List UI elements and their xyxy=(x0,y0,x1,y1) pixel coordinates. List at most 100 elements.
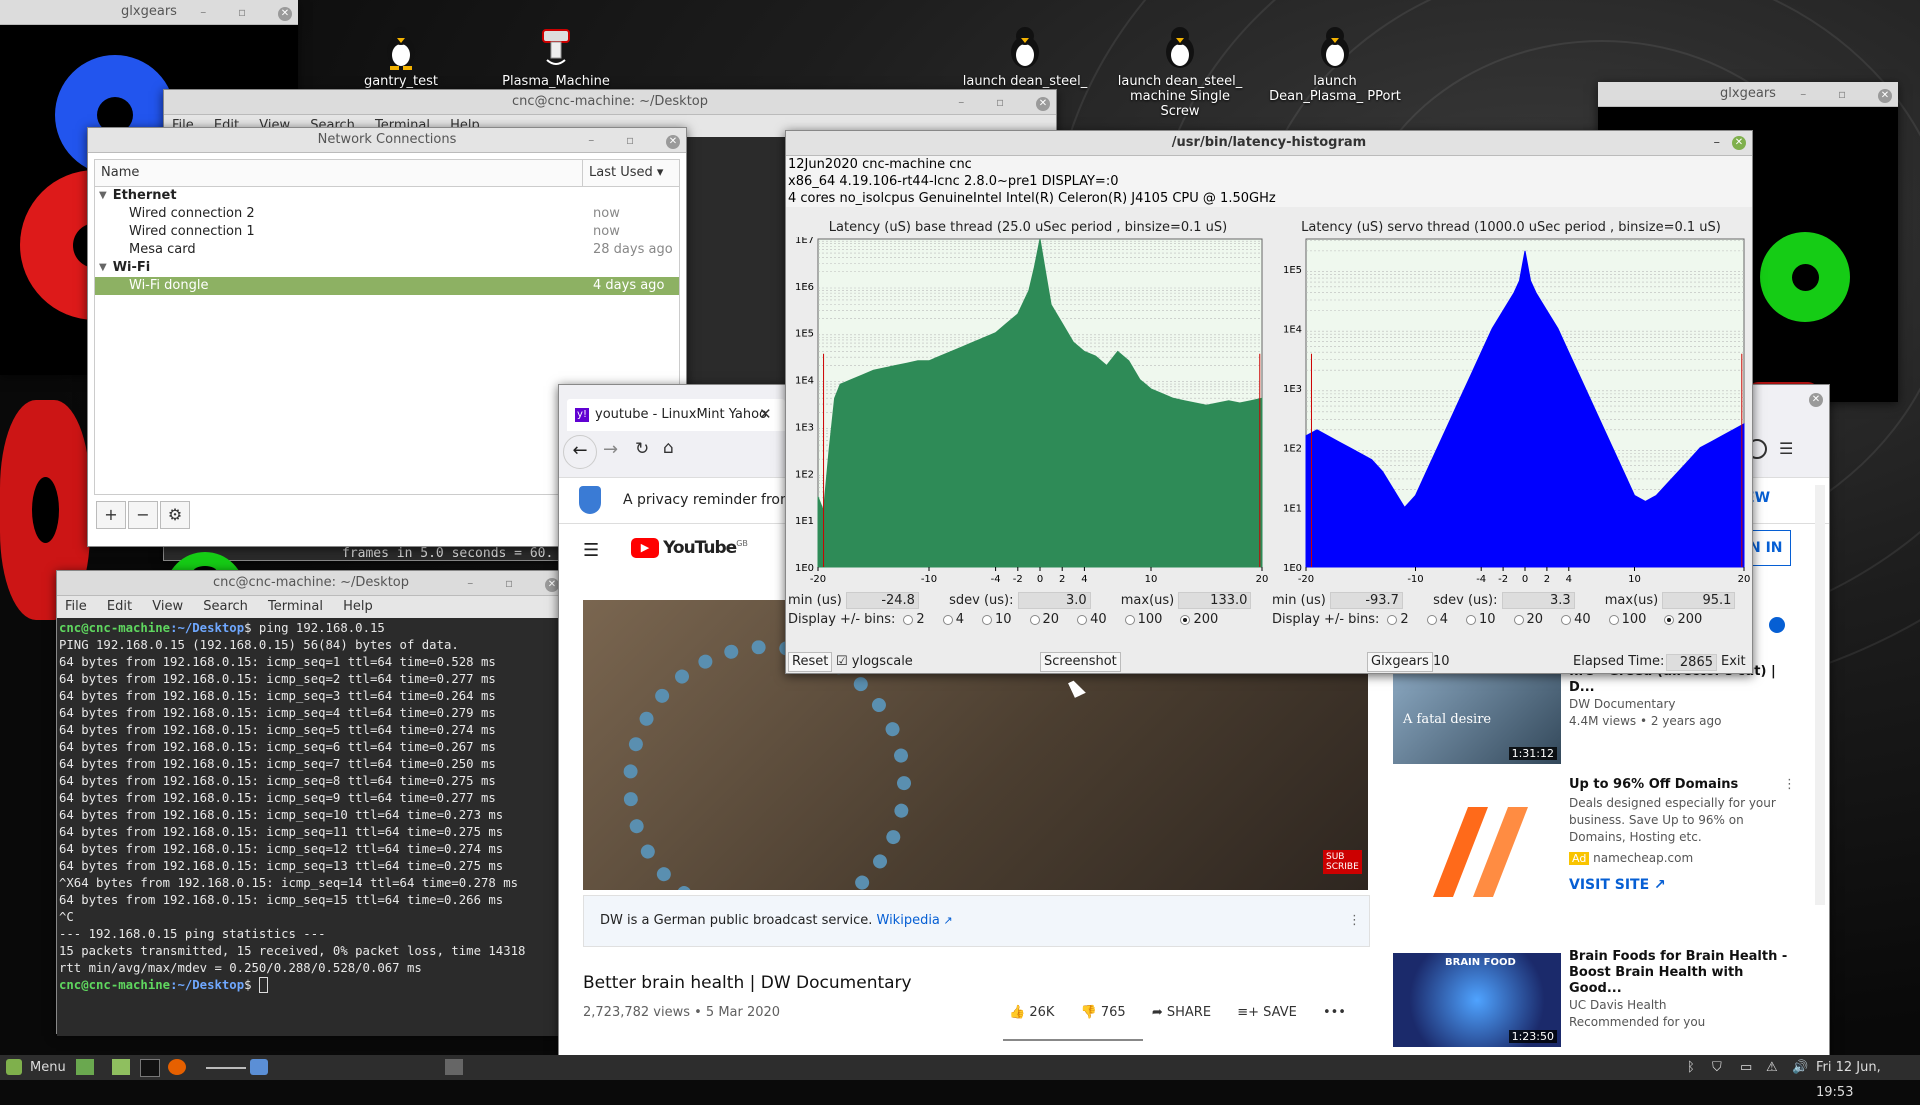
window-list-item[interactable] xyxy=(206,1067,246,1069)
close-icon[interactable]: ✕ xyxy=(666,135,680,149)
browser-tab[interactable]: y! youtube - LinuxMint Yahoo xyxy=(567,399,785,431)
bins-radio-20[interactable] xyxy=(1029,614,1040,625)
glxgears-button[interactable]: Glxgears xyxy=(1367,652,1433,672)
group-ethernet[interactable]: ▼ Ethernet xyxy=(95,187,679,205)
bins-radio-2[interactable] xyxy=(1387,614,1398,625)
wikipedia-link[interactable]: Wikipedia xyxy=(877,913,940,928)
more-horiz-icon[interactable]: ••• xyxy=(1323,1005,1346,1020)
share-button[interactable]: ➦ SHARE xyxy=(1152,1005,1211,1020)
close-icon[interactable]: ✕ xyxy=(545,578,559,592)
dislike-button[interactable]: 👎 765 xyxy=(1081,1005,1126,1020)
bins-radio-label: 2 xyxy=(1400,612,1409,627)
bins-radio-2[interactable] xyxy=(903,614,914,625)
menu-search[interactable]: Search xyxy=(203,599,248,614)
terminal-output[interactable]: cnc@cnc-machine:~/Desktop$ ping 192.168.… xyxy=(57,618,565,1036)
menu-file[interactable]: File xyxy=(65,599,87,614)
bluetooth-icon[interactable]: ᛒ xyxy=(1687,1055,1695,1080)
close-icon[interactable]: ✕ xyxy=(1878,89,1892,103)
show-desktop-icon[interactable] xyxy=(76,1059,94,1075)
back-terminal-titlebar[interactable]: cnc@cnc-machine: ~/Desktop – ▫ ✕ xyxy=(164,90,1056,115)
bins-radio-4[interactable] xyxy=(942,614,953,625)
volume-icon[interactable]: 🔊 xyxy=(1792,1055,1808,1080)
reload-icon[interactable]: ↻ xyxy=(635,439,649,459)
menu-terminal[interactable]: Terminal xyxy=(268,599,323,614)
screenshot-button[interactable]: Screenshot xyxy=(1040,652,1121,672)
clock[interactable]: Fri 12 Jun, 19:53 xyxy=(1816,1055,1920,1105)
desktop-icon-launch-dean-plasma-pport[interactable]: launch Dean_Plasma_ PPort xyxy=(1265,24,1405,104)
home-icon[interactable]: ⌂ xyxy=(663,438,674,458)
exit-button[interactable]: Exit xyxy=(1721,651,1746,673)
bins-radio-10[interactable] xyxy=(1465,614,1476,625)
back-arrow-icon[interactable]: ← xyxy=(563,435,597,469)
forward-arrow-icon[interactable]: → xyxy=(603,439,618,460)
hamburger-menu-icon[interactable]: ☰ xyxy=(1779,439,1793,458)
close-icon[interactable]: ✕ xyxy=(278,7,292,21)
list-item[interactable]: Mesa card 28 days ago xyxy=(95,241,679,259)
screenshot-app-icon[interactable] xyxy=(250,1059,268,1075)
ad-title: Up to 96% Off Domains xyxy=(1569,777,1739,792)
glxgears-left-titlebar[interactable]: glxgears – ▫ ✕ xyxy=(0,0,298,25)
bins-radio-100[interactable] xyxy=(1124,614,1135,625)
list-item[interactable]: Wired connection 2 now xyxy=(95,205,679,223)
glxgears-right-titlebar[interactable]: glxgears – ▫ ✕ xyxy=(1598,82,1898,107)
servo-display-bins: Display +/- bins: 2 4 10 20 40 100 200 xyxy=(1270,610,1752,629)
more-vert-icon[interactable]: ⋮ xyxy=(1348,896,1361,946)
youtube-logo[interactable]: ▶ YouTubeGB xyxy=(631,538,748,558)
hamburger-menu-icon[interactable]: ☰ xyxy=(583,540,599,561)
minimize-icon[interactable]: – xyxy=(1714,131,1721,155)
frames-output-line: frames in 5.0 seconds = 60. xyxy=(342,546,554,561)
bins-radio-20[interactable] xyxy=(1513,614,1524,625)
terminal-titlebar[interactable]: cnc@cnc-machine: ~/Desktop – ▫ ✕ xyxy=(57,571,565,596)
menu-help[interactable]: Help xyxy=(343,599,373,614)
desktop-icon-gantry-test[interactable]: gantry_test xyxy=(331,24,471,89)
window-list-item[interactable] xyxy=(445,1059,463,1075)
remove-connection-button[interactable]: − xyxy=(128,501,158,529)
bins-radio-40[interactable] xyxy=(1077,614,1088,625)
subscribe-badge[interactable]: SUB SCRIBE xyxy=(1323,850,1362,874)
column-last-used-header[interactable]: Last Used ▾ xyxy=(583,160,679,186)
close-icon[interactable]: ✕ xyxy=(1809,391,1823,407)
menu-edit[interactable]: Edit xyxy=(107,599,132,614)
files-icon[interactable] xyxy=(112,1059,130,1075)
list-item[interactable]: Wired connection 1 now xyxy=(95,223,679,241)
bins-radio-100[interactable] xyxy=(1608,614,1619,625)
close-icon[interactable]: ✕ xyxy=(1732,136,1746,150)
window-icon[interactable]: ▭ xyxy=(1740,1055,1752,1080)
shield-icon[interactable]: ⛉ xyxy=(1712,1055,1722,1080)
min-value: -93.7 xyxy=(1329,592,1403,609)
close-icon[interactable]: ✕ xyxy=(1036,97,1050,111)
terminal-icon[interactable] xyxy=(140,1059,160,1077)
latency-histogram-window[interactable]: /usr/bin/latency-histogram – ✕ 12Jun2020… xyxy=(785,130,1753,674)
desktop-icon-launch-dean-steel-single-screw[interactable]: launch dean_steel_ machine Single Screw xyxy=(1110,24,1250,119)
scrollbar[interactable] xyxy=(1815,485,1825,905)
visit-site-button[interactable]: VISIT SITE ↗ xyxy=(1569,877,1799,893)
ylogscale-checkbox[interactable]: ☑ ylogscale xyxy=(836,651,913,673)
bins-radio-4[interactable] xyxy=(1426,614,1437,625)
desktop-icon-plasma-machine[interactable]: Plasma_Machine xyxy=(486,24,626,89)
network-titlebar[interactable]: Network Connections – ▫ ✕ xyxy=(88,128,686,153)
list-item-selected[interactable]: Wi-Fi dongle 4 days ago xyxy=(95,277,679,295)
settings-gear-icon[interactable]: ⚙ xyxy=(160,501,190,529)
group-wifi[interactable]: ▼ Wi-Fi xyxy=(95,259,679,277)
more-vert-icon[interactable]: ⋮ xyxy=(1783,777,1796,792)
reset-button[interactable]: Reset xyxy=(788,652,833,672)
bins-radio-200[interactable] xyxy=(1664,614,1675,625)
column-name-header[interactable]: Name xyxy=(95,160,583,186)
firefox-icon[interactable] xyxy=(168,1059,186,1075)
x-tick-label: 20 xyxy=(1738,574,1751,585)
tab-close-icon[interactable]: ✕ xyxy=(759,405,772,423)
menu-view[interactable]: View xyxy=(152,599,183,614)
bins-radio-10[interactable] xyxy=(981,614,992,625)
like-button[interactable]: 👍 26K xyxy=(1009,1005,1054,1020)
sdev-label: sdev (us): xyxy=(1433,593,1498,608)
terminal-window[interactable]: cnc@cnc-machine: ~/Desktop – ▫ ✕ File Ed… xyxy=(56,570,566,1036)
toggle-knob[interactable] xyxy=(1769,617,1785,633)
bins-radio-200[interactable] xyxy=(1180,614,1191,625)
add-connection-button[interactable]: + xyxy=(96,501,126,529)
save-button[interactable]: ≡+ SAVE xyxy=(1237,1005,1297,1020)
warning-icon[interactable]: ⚠ xyxy=(1766,1055,1778,1080)
glxgears-count[interactable]: 10 xyxy=(1433,651,1450,673)
bins-radio-40[interactable] xyxy=(1561,614,1572,625)
latency-titlebar[interactable]: /usr/bin/latency-histogram – ✕ xyxy=(786,131,1752,156)
menu-button[interactable]: Menu xyxy=(30,1055,66,1080)
